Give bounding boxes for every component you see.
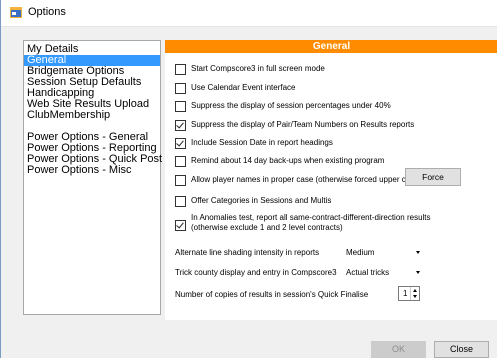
- shading-intensity-select[interactable]: Medium: [342, 245, 428, 260]
- calendar-event-checkbox[interactable]: [175, 83, 186, 94]
- suppress-percentages-label: Suppress the display of session percenta…: [191, 101, 391, 110]
- copies-value: 1: [403, 289, 408, 298]
- general-options-panel: General Start Compscore3 in full screen …: [165, 40, 497, 320]
- session-date-label: Include Session Date in report headings: [191, 138, 333, 147]
- shading-intensity-label: Alternate line shading intensity in repo…: [175, 248, 320, 257]
- offer-categories-checkbox[interactable]: [175, 196, 186, 207]
- suppress-pair-numbers-checkbox[interactable]: [175, 120, 186, 131]
- copies-stepper[interactable]: 1: [398, 286, 420, 301]
- app-icon: [10, 7, 22, 18]
- ok-button[interactable]: OK: [371, 341, 426, 358]
- force-button[interactable]: Force: [405, 168, 461, 186]
- spin-down-icon[interactable]: [413, 295, 417, 298]
- proper-case-label: Allow player names in proper case (other…: [191, 175, 422, 184]
- anomalies-test-checkbox[interactable]: [175, 220, 186, 231]
- anomalies-test-label: In Anomalies test, report all same-contr…: [191, 213, 431, 232]
- copies-label: Number of copies of results in session's…: [175, 290, 369, 299]
- close-button[interactable]: Close: [434, 341, 489, 358]
- suppress-pair-numbers-label: Suppress the display of Pair/Team Number…: [191, 120, 415, 129]
- trick-display-select[interactable]: Actual tricks: [342, 265, 428, 280]
- offer-categories-label: Offer Categories in Sessions and Multis: [191, 196, 332, 205]
- title-bar[interactable]: Options: [1, 0, 497, 27]
- stepper-buttons[interactable]: [410, 287, 419, 300]
- options-category-list[interactable]: My Details General Bridgemate Options Se…: [23, 40, 162, 315]
- panel-header: General: [165, 40, 497, 53]
- backup-reminder-label: Remind about 14 day back-ups when existi…: [191, 156, 385, 165]
- nav-item-club-membership[interactable]: ClubMembership: [24, 110, 160, 121]
- full-screen-checkbox[interactable]: [175, 64, 186, 75]
- suppress-percentages-checkbox[interactable]: [175, 101, 186, 112]
- proper-case-checkbox[interactable]: [175, 175, 186, 186]
- window-title: Options: [28, 6, 66, 18]
- full-screen-label: Start Compscore3 in full screen mode: [191, 64, 325, 73]
- trick-display-label: Trick county display and entry in Compsc…: [175, 268, 337, 277]
- backup-reminder-checkbox[interactable]: [175, 156, 186, 167]
- calendar-event-label: Use Calendar Event interface: [191, 83, 296, 92]
- shading-intensity-value: Medium: [346, 248, 375, 257]
- spin-up-icon[interactable]: [413, 289, 417, 292]
- nav-item-power-options-misc[interactable]: Power Options - Misc: [24, 165, 160, 176]
- session-date-checkbox[interactable]: [175, 138, 186, 149]
- chevron-down-icon: [416, 251, 420, 254]
- chevron-down-icon: [416, 271, 420, 274]
- trick-display-value: Actual tricks: [346, 268, 390, 277]
- options-window: Options My Details General Bridgemate Op…: [0, 0, 497, 358]
